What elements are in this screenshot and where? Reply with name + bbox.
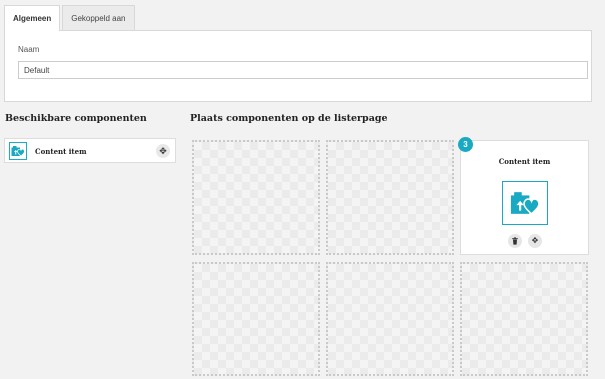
available-component-label: Content item — [35, 147, 87, 156]
tab-bar: Algemeen Gekoppeld aan — [4, 5, 137, 31]
drop-slot-4[interactable] — [192, 262, 320, 376]
available-component-content-item[interactable]: Content item ✥ — [4, 138, 176, 163]
placement-heading: Plaats componenten op de listerpage — [190, 113, 388, 124]
available-components-heading: Beschikbare componenten — [5, 113, 147, 124]
placed-component-title: Content item — [498, 157, 551, 166]
name-input[interactable] — [18, 61, 588, 79]
tab-algemeen[interactable]: Algemeen — [4, 5, 61, 31]
move-icon[interactable]: ✥ — [528, 234, 542, 248]
trash-icon[interactable] — [508, 234, 522, 248]
name-label: Naam — [18, 45, 40, 54]
drop-slot-5[interactable] — [326, 262, 454, 376]
move-icon[interactable]: ✥ — [156, 144, 170, 158]
tab-gekoppeld-aan[interactable]: Gekoppeld aan — [62, 5, 135, 30]
placed-component-actions: ✥ — [508, 234, 542, 248]
content-item-icon — [9, 142, 27, 160]
content-item-icon — [502, 181, 548, 225]
drop-slot-1[interactable] — [192, 140, 320, 255]
general-panel: Naam — [4, 30, 592, 102]
placed-component-card[interactable]: Content item ✥ — [460, 140, 589, 255]
drop-slot-6[interactable] — [460, 262, 588, 376]
drop-slot-2[interactable] — [326, 140, 454, 255]
position-badge: 3 — [458, 137, 473, 152]
